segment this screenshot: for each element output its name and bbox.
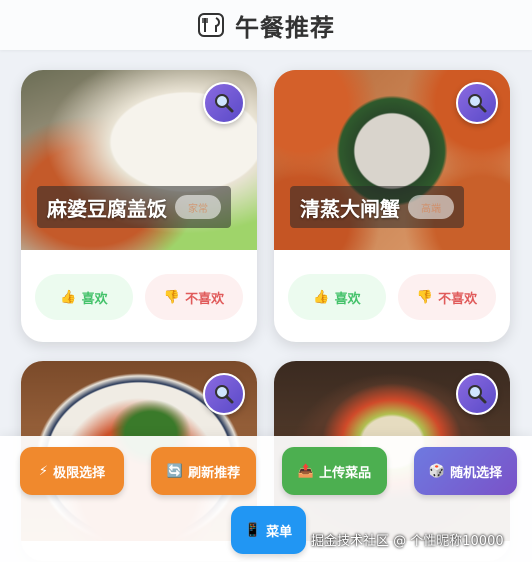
page-title: 午餐推荐: [235, 13, 335, 42]
dislike-label: 不喜欢: [185, 291, 225, 307]
dish-card[interactable]: 清蒸大闸蟹 高端 👍 喜欢 👎 不喜欢: [274, 70, 510, 342]
upload-icon: 📤: [297, 463, 315, 479]
like-label: 喜欢: [334, 291, 361, 307]
search-button[interactable]: [203, 82, 245, 124]
dish-name: 清蒸大闸蟹: [300, 196, 400, 221]
dish-photo: 清蒸大闸蟹 高端: [274, 70, 510, 250]
like-button[interactable]: 👍 喜欢: [35, 274, 133, 320]
search-icon: [468, 385, 487, 404]
dish-photo: 麻婆豆腐盖饭 家常: [21, 70, 257, 250]
dish-card[interactable]: 麻婆豆腐盖饭 家常 👍 喜欢 👎 不喜欢: [21, 70, 257, 342]
thumbs-down-icon: 👎: [163, 289, 181, 305]
dish-name-label: 清蒸大闸蟹 高端: [290, 186, 464, 228]
upload-dish-label: 上传菜品: [319, 465, 372, 481]
thumbs-up-icon: 👍: [60, 289, 77, 305]
refresh-button[interactable]: 🔄 刷新推荐: [151, 447, 256, 495]
fork-plate-icon: [197, 11, 225, 39]
search-icon: [215, 385, 234, 404]
lightning-icon: ⚡: [38, 463, 49, 479]
phone-icon: 📱: [244, 522, 262, 538]
dish-tag: 家常: [175, 195, 221, 219]
dice-icon: 🎲: [428, 463, 446, 479]
extreme-choice-button[interactable]: ⚡ 极限选择: [20, 447, 124, 495]
thumbs-up-icon: 👍: [313, 289, 330, 305]
dish-name-label: 麻婆豆腐盖饭 家常: [37, 186, 231, 228]
search-button[interactable]: [456, 82, 498, 124]
search-icon: [215, 94, 234, 113]
dislike-label: 不喜欢: [438, 291, 478, 307]
refresh-icon: 🔄: [166, 463, 184, 479]
search-button[interactable]: [203, 373, 245, 415]
random-choice-label: 随机选择: [450, 465, 503, 481]
refresh-label: 刷新推荐: [188, 465, 241, 481]
like-button[interactable]: 👍 喜欢: [288, 274, 386, 320]
like-label: 喜欢: [81, 291, 108, 307]
menu-button[interactable]: 📱 菜单: [231, 506, 306, 554]
dislike-button[interactable]: 👎 不喜欢: [145, 274, 243, 320]
dish-tag: 高端: [408, 195, 454, 219]
dish-name: 麻婆豆腐盖饭: [47, 196, 167, 221]
thumbs-down-icon: 👎: [416, 289, 434, 305]
menu-label: 菜单: [266, 524, 293, 540]
search-button[interactable]: [456, 373, 498, 415]
search-icon: [468, 94, 487, 113]
random-choice-button[interactable]: 🎲 随机选择: [414, 447, 517, 495]
extreme-choice-label: 极限选择: [53, 465, 106, 481]
watermark: 掘金技术社区 @ 个性昵称10000: [311, 534, 504, 549]
app-header: 午餐推荐: [0, 0, 532, 50]
dislike-button[interactable]: 👎 不喜欢: [398, 274, 496, 320]
upload-dish-button[interactable]: 📤 上传菜品: [282, 447, 387, 495]
